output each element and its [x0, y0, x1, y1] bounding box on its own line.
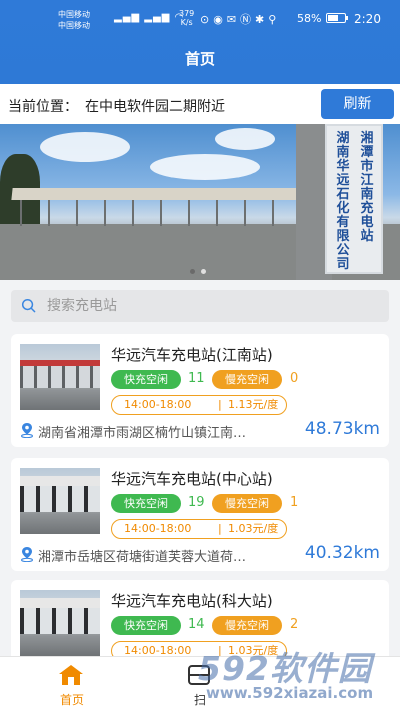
fast-charge-tag: 快充空闲 — [111, 616, 181, 635]
tab-scan[interactable]: 扫 — [140, 657, 260, 711]
station-sign: 湘潭市江南充电站 湖南华远石化有限公司 — [325, 124, 383, 274]
cloud-shape — [150, 154, 260, 180]
fast-charge-count: 14 — [188, 617, 205, 632]
slow-charge-tag: 慢充空闲 — [212, 370, 282, 389]
search-icon — [21, 298, 36, 313]
scan-icon — [188, 665, 210, 685]
station-name: 华远汽车充电站(江南站) — [111, 346, 273, 364]
canopy-shape — [11, 188, 298, 200]
clock: 2:20 — [354, 12, 381, 26]
station-card[interactable]: 华远汽车充电站(江南站) 快充空闲 11 慢充空闲 0 14:00-18:00 … — [11, 334, 389, 447]
fast-charge-tag: 快充空闲 — [111, 370, 181, 389]
search-input[interactable] — [47, 290, 377, 322]
carrier-info: 中国移动 中国移动 — [58, 9, 90, 31]
station-distance: 48.73km — [304, 419, 380, 439]
price-separator: | — [218, 644, 222, 656]
price-time: 14:00-18:00 — [124, 644, 192, 656]
carrier-1: 中国移动 — [58, 10, 90, 19]
price-info: 14:00-18:00 | 1.03元/度 — [111, 641, 287, 656]
net-speed-value: 379 — [179, 9, 195, 18]
refresh-button[interactable]: 刷新 — [321, 89, 394, 119]
price-info: 14:00-18:00 | 1.03元/度 — [111, 519, 287, 539]
fast-charge-tag: 快充空闲 — [111, 494, 181, 513]
price-separator: | — [218, 398, 222, 411]
battery-icon — [326, 13, 348, 23]
station-card[interactable]: 华远汽车充电站(科大站) 快充空闲 14 慢充空闲 2 14:00-18:00 … — [11, 580, 389, 656]
search-section — [0, 280, 400, 332]
banner-carousel[interactable]: 湘潭市江南充电站 湖南华远石化有限公司 — [0, 124, 400, 280]
fast-charge-count: 11 — [188, 371, 205, 386]
carousel-dot[interactable] — [190, 269, 195, 274]
price-separator: | — [218, 522, 222, 535]
station-distance: 40.32km — [304, 543, 380, 563]
station-thumbnail — [20, 344, 100, 410]
station-list[interactable]: 华远汽车充电站(江南站) 快充空闲 11 慢充空闲 0 14:00-18:00 … — [0, 332, 400, 656]
signal-icon: ▂▄▆ ▂▄▆ ◠ — [114, 12, 185, 23]
bottom-tab-bar: 首页 扫 — [0, 656, 400, 711]
location-value: 在中电软件园二期附近 — [85, 99, 225, 115]
net-speed: 379 K/s — [179, 9, 194, 27]
price-time: 14:00-18:00 — [124, 522, 192, 535]
station-address: 湘潭市岳塘区荷塘街道芙蓉大道荷… — [38, 550, 247, 565]
carrier-2: 中国移动 — [58, 21, 90, 30]
status-bar: 中国移动 中国移动 ▂▄▆ ▂▄▆ ◠ 379 K/s ⊙◉✉Ⓝ✱⚲ 58% 2… — [0, 0, 400, 36]
home-icon — [59, 665, 83, 685]
app-header: 中国移动 中国移动 ▂▄▆ ▂▄▆ ◠ 379 K/s ⊙◉✉Ⓝ✱⚲ 58% 2… — [0, 0, 400, 84]
canopy-posts — [20, 200, 290, 226]
carousel-dot[interactable] — [201, 269, 206, 274]
sign-line-1: 湘潭市江南充电站 — [360, 131, 374, 244]
station-thumbnail — [20, 468, 100, 534]
price-time: 14:00-18:00 — [124, 398, 192, 411]
price-rate: 1.03元/度 — [228, 522, 279, 535]
price-rate: 1.03元/度 — [228, 644, 279, 656]
tab-home-label: 首页 — [59, 693, 84, 707]
slow-charge-tag: 慢充空闲 — [212, 616, 282, 635]
station-name: 华远汽车充电站(中心站) — [111, 470, 273, 488]
cloud-shape — [40, 132, 130, 162]
system-tray-icons: ⊙◉✉Ⓝ✱⚲ — [200, 13, 281, 26]
tab-home[interactable]: 首页 — [12, 657, 132, 711]
station-name: 华远汽车充电站(科大站) — [111, 592, 273, 610]
station-address: 湖南省湘潭市雨湖区楠竹山镇江南… — [38, 426, 247, 441]
slow-charge-tag: 慢充空闲 — [212, 494, 282, 513]
location-pin-icon — [21, 423, 33, 438]
price-info: 14:00-18:00 | 1.13元/度 — [111, 395, 287, 415]
slow-charge-count: 1 — [290, 495, 299, 510]
sign-line-2: 湖南华远石化有限公司 — [336, 131, 350, 272]
slow-charge-count: 2 — [290, 617, 299, 632]
location-bar: 当前位置： 在中电软件园二期附近 刷新 — [0, 84, 400, 124]
station-card[interactable]: 华远汽车充电站(中心站) 快充空闲 19 慢充空闲 1 14:00-18:00 … — [11, 458, 389, 571]
cloud-shape — [215, 128, 275, 150]
search-box[interactable] — [11, 290, 389, 322]
battery-percent: 58% — [297, 12, 322, 25]
slow-charge-count: 0 — [290, 371, 299, 386]
tab-scan-label: 扫 — [193, 693, 206, 707]
net-speed-unit: K/s — [180, 18, 193, 27]
location-pin-icon — [21, 547, 33, 562]
price-rate: 1.13元/度 — [228, 398, 279, 411]
station-thumbnail — [20, 590, 100, 656]
page-title: 首页 — [184, 50, 215, 68]
location-label: 当前位置： — [8, 99, 78, 115]
fast-charge-count: 19 — [188, 495, 205, 510]
